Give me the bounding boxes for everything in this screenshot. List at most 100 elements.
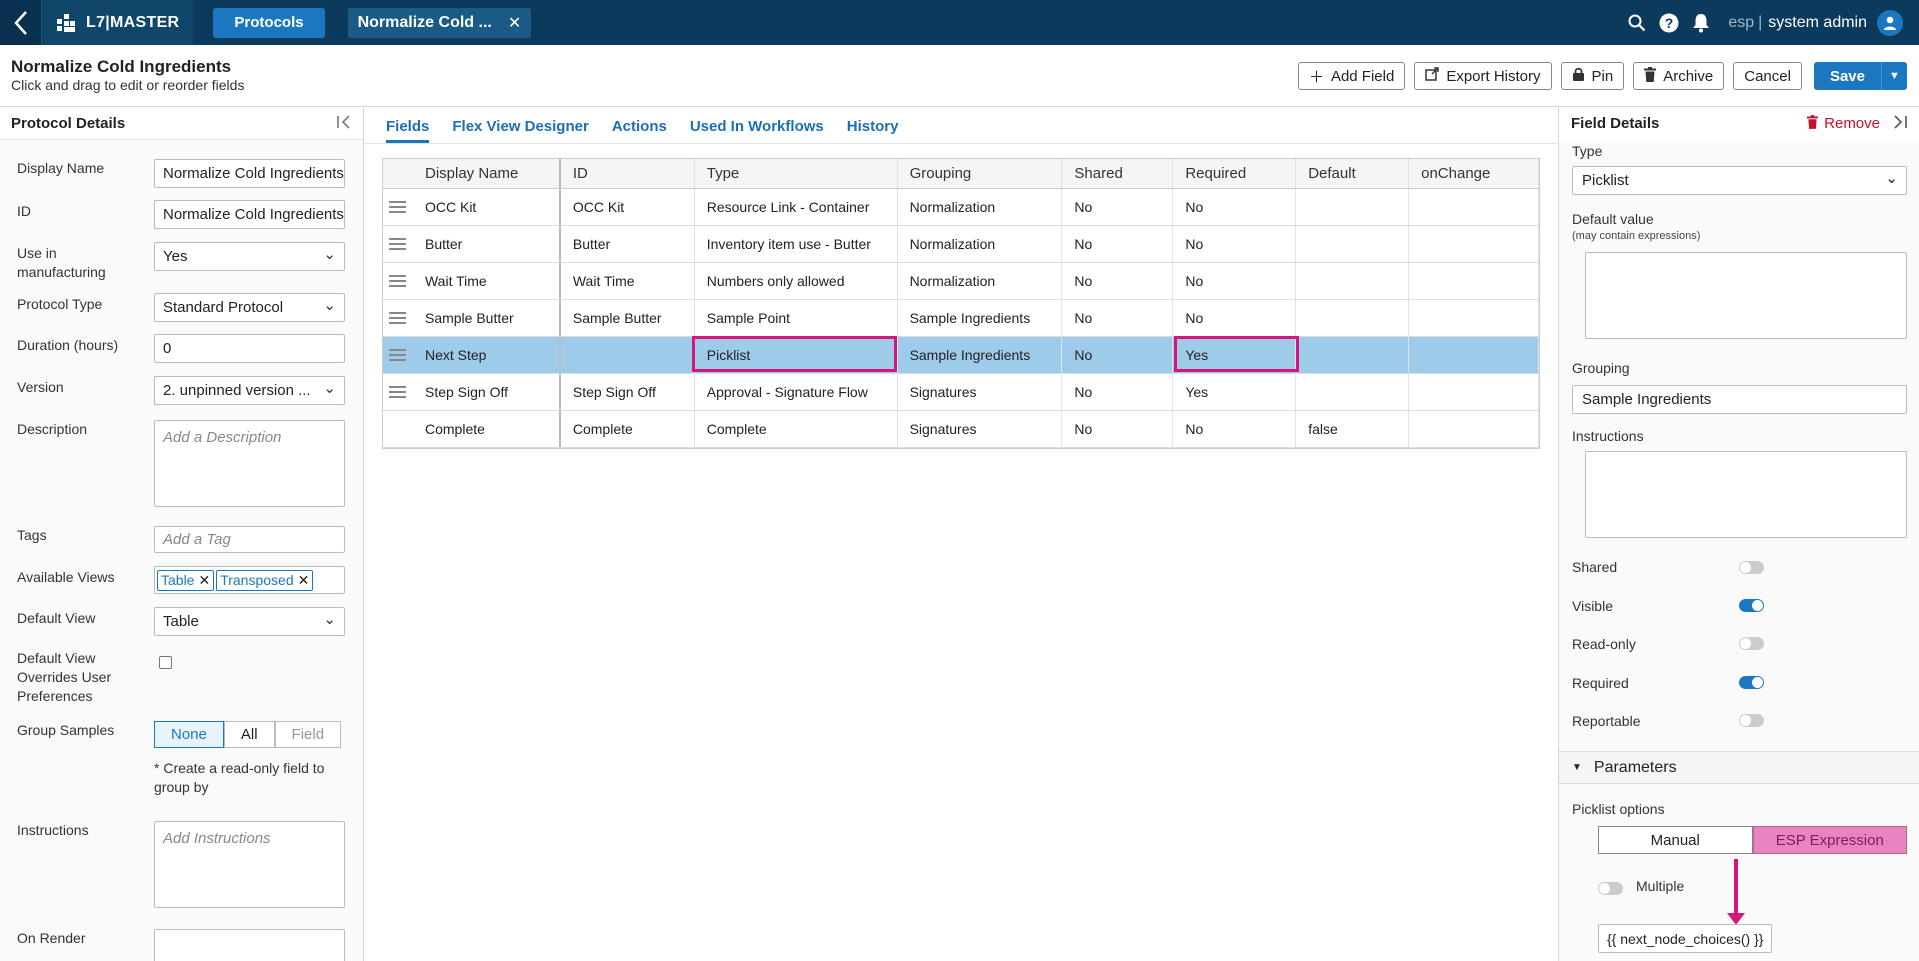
table-cell: Normalization	[898, 263, 1063, 299]
table-cell	[1409, 374, 1540, 410]
default-value-textarea[interactable]	[1585, 252, 1907, 339]
table-cell: Numbers only allowed	[695, 263, 898, 299]
collapse-right-icon[interactable]	[1892, 114, 1907, 133]
drag-handle[interactable]	[383, 263, 413, 299]
protocols-nav-button[interactable]: Protocols	[213, 7, 325, 38]
cancel-button[interactable]: Cancel	[1733, 62, 1802, 90]
table-row[interactable]: Next Step Picklist Sample Ingredients No Yes	[383, 337, 1540, 374]
multiple-label: Multiple	[1636, 878, 1685, 894]
manual-option[interactable]: Manual	[1598, 826, 1753, 854]
table-row[interactable]: OCC Kit OCC Kit Resource Link - Container N…	[383, 189, 1540, 226]
column-header[interactable]: ID	[561, 159, 695, 188]
column-header[interactable]: onChange	[1409, 159, 1540, 188]
column-header[interactable]: Default	[1296, 159, 1410, 188]
separator: |	[1758, 13, 1763, 31]
display-name-input[interactable]: Normalize Cold Ingredients	[154, 159, 345, 188]
default-view-select[interactable]: Table	[154, 607, 345, 636]
on-render-input[interactable]	[154, 929, 345, 961]
bell-icon[interactable]	[1691, 13, 1711, 33]
table-row[interactable]: Complete Complete Complete Signatures No No fa…	[383, 411, 1540, 448]
table-cell: Sample Butter	[561, 300, 695, 336]
document-tab[interactable]: Normalize Cold ... ✕	[347, 7, 532, 38]
shared-toggle[interactable]	[1739, 561, 1764, 574]
tab-actions[interactable]: Actions	[612, 118, 667, 143]
plus-icon: ＋	[1308, 68, 1324, 86]
group-all-option[interactable]: All	[223, 721, 275, 748]
table-cell: Approval - Signature Flow	[695, 374, 898, 410]
tab-used-in-workflows[interactable]: Used In Workflows	[690, 118, 824, 143]
table-row[interactable]: Step Sign Off Step Sign Off Approval - Sig…	[383, 374, 1540, 411]
table-cell: No	[1062, 300, 1174, 336]
group-none-option[interactable]: None	[154, 721, 224, 748]
use-mfg-select[interactable]: Yes	[154, 242, 345, 271]
type-select[interactable]: Picklist	[1572, 166, 1907, 195]
override-checkbox[interactable]	[159, 656, 172, 669]
protocol-details-panel: Protocol Details Display Name Normalize …	[0, 107, 364, 961]
drag-handle[interactable]	[383, 189, 413, 225]
grouping-input[interactable]: Sample Ingredients	[1572, 385, 1907, 414]
multiple-toggle[interactable]	[1598, 882, 1623, 895]
tab-bar: Fields Flex View Designer Actions Used I…	[364, 107, 1558, 144]
esp-expression-option[interactable]: ESP Expression	[1752, 826, 1907, 854]
remove-button[interactable]: Remove	[1807, 114, 1880, 133]
drag-handle[interactable]	[383, 337, 413, 373]
table-cell	[1296, 337, 1410, 373]
readonly-toggle[interactable]	[1739, 637, 1764, 650]
close-icon[interactable]: ✕	[508, 13, 521, 33]
pin-button[interactable]: Pin	[1560, 62, 1625, 90]
description-textarea[interactable]: Add a Description	[154, 420, 345, 507]
collapse-left-icon[interactable]	[337, 114, 352, 132]
close-icon[interactable]: ✕	[298, 572, 310, 589]
instructions-textarea[interactable]	[1585, 451, 1907, 538]
required-toggle[interactable]	[1739, 676, 1764, 689]
protocol-type-select[interactable]: Standard Protocol	[154, 293, 345, 322]
protocol-type-label: Protocol Type	[17, 296, 103, 312]
group-field-option[interactable]: Field	[274, 721, 342, 748]
drag-handle[interactable]	[383, 226, 413, 262]
table-row[interactable]: Sample Butter Sample Butter Sample Point Sa…	[383, 300, 1540, 337]
column-header[interactable]: Required	[1173, 159, 1297, 188]
app-logo[interactable]: L7|MASTER	[42, 0, 194, 45]
table-row[interactable]: Butter Butter Inventory item use - Butter N…	[383, 226, 1540, 263]
group-samples-label: Group Samples	[17, 722, 115, 738]
add-field-button[interactable]: ＋ Add Field	[1297, 62, 1406, 90]
parameters-section-header[interactable]: ▼ Parameters	[1559, 751, 1919, 784]
readonly-label: Read-only	[1572, 636, 1636, 652]
tab-history[interactable]: History	[847, 118, 899, 143]
duration-input[interactable]: 0	[154, 334, 345, 363]
column-header[interactable]: Grouping	[898, 159, 1063, 188]
table-row[interactable]: Wait Time Wait Time Numbers only allowed No…	[383, 263, 1540, 300]
table-body: OCC Kit OCC Kit Resource Link - Container N…	[383, 189, 1540, 448]
help-icon[interactable]: ?	[1659, 13, 1679, 33]
version-select[interactable]: 2. unpinned version ...	[154, 376, 345, 405]
table-cell: false	[1296, 411, 1410, 447]
available-views-input[interactable]: Table ✕ Transposed ✕	[154, 566, 345, 594]
archive-button[interactable]: Archive	[1633, 62, 1725, 90]
search-icon[interactable]	[1627, 13, 1647, 33]
drag-handle[interactable]	[383, 300, 413, 336]
visible-toggle[interactable]	[1739, 599, 1764, 612]
instructions-textarea[interactable]: Add Instructions	[154, 821, 345, 908]
save-options-caret[interactable]: ▼	[1881, 62, 1907, 90]
tags-input[interactable]: Add a Tag	[154, 526, 345, 553]
save-button[interactable]: Save	[1813, 62, 1881, 90]
language-selector[interactable]: esp	[1728, 14, 1754, 32]
table-cell: Butter	[561, 226, 695, 262]
tab-fields[interactable]: Fields	[386, 118, 430, 143]
reportable-toggle[interactable]	[1739, 714, 1764, 727]
column-header[interactable]: Display Name	[413, 159, 561, 188]
drag-handle[interactable]	[383, 374, 413, 410]
id-input[interactable]: Normalize Cold Ingredients	[154, 200, 345, 229]
close-icon[interactable]: ✕	[198, 572, 210, 589]
table-cell: No	[1062, 189, 1174, 225]
table-cell: No	[1173, 226, 1297, 262]
expression-input[interactable]: {{ next_node_choices() }}	[1598, 924, 1773, 953]
column-header[interactable]: Type	[695, 159, 898, 188]
column-header[interactable]: Shared	[1062, 159, 1174, 188]
user-menu[interactable]: system admin	[1768, 14, 1867, 32]
table-cell: Butter	[413, 226, 561, 262]
back-button[interactable]	[0, 0, 42, 45]
tab-flex-view-designer[interactable]: Flex View Designer	[452, 118, 588, 143]
export-history-button[interactable]: Export History	[1414, 62, 1552, 90]
avatar[interactable]	[1877, 9, 1903, 36]
